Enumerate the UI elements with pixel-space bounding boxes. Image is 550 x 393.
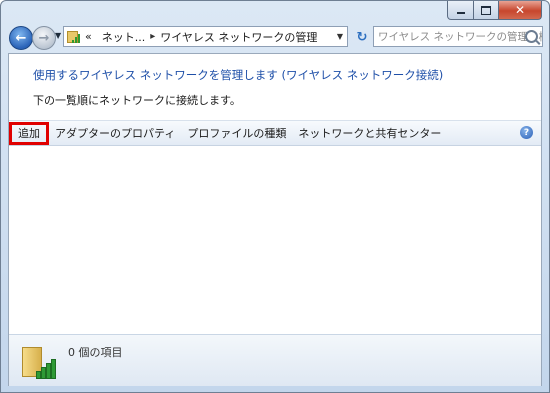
recent-pages-dropdown[interactable]: ▼ xyxy=(55,31,61,40)
back-arrow-icon: ← xyxy=(15,30,27,46)
page-description: 下の一覧順にネットワークに接続します。 xyxy=(33,94,241,107)
maximize-icon xyxy=(481,5,491,15)
item-count: 0 個の項目 xyxy=(68,346,123,359)
caption-buttons: ✕ xyxy=(447,1,542,20)
adapter-properties-button[interactable]: アダプターのプロパティ xyxy=(49,122,181,144)
search-input[interactable]: ワイヤレス ネットワークの管理の検索 xyxy=(373,26,543,47)
breadcrumb-item-manage-wireless[interactable]: ワイヤレス ネットワークの管理 xyxy=(160,29,317,45)
status-pane: 0 個の項目 xyxy=(9,334,541,386)
refresh-icon: ↻ xyxy=(356,29,368,45)
profile-types-button[interactable]: プロファイルの種類 xyxy=(181,122,292,144)
forward-arrow-icon: → xyxy=(38,30,50,46)
breadcrumb-item-network[interactable]: ネット... xyxy=(102,29,146,45)
refresh-button[interactable]: ↻ xyxy=(353,29,371,45)
navigation-bar: ← → ▼ « ネット... ▸ ワイヤレス ネットワークの管理 ▼ ↻ ワイヤ… xyxy=(1,23,549,51)
minimize-button[interactable] xyxy=(447,1,474,20)
search-placeholder: ワイヤレス ネットワークの管理の検索 xyxy=(378,31,543,43)
address-dropdown-icon[interactable]: ▼ xyxy=(337,32,343,41)
close-button[interactable]: ✕ xyxy=(499,1,542,20)
maximize-button[interactable] xyxy=(474,1,499,20)
wireless-network-icon xyxy=(22,343,58,379)
add-button[interactable]: 追加 xyxy=(9,121,49,145)
close-icon: ✕ xyxy=(514,3,526,17)
content-pane: 使用するワイヤレス ネットワークを管理します (ワイヤレス ネットワーク接続) … xyxy=(8,53,542,386)
breadcrumb-separator-icon[interactable]: ▸ xyxy=(150,31,155,42)
minimize-icon xyxy=(456,12,465,14)
network-sharing-center-button[interactable]: ネットワークと共有センター xyxy=(292,122,447,144)
window: ✕ ← → ▼ « ネット... ▸ ワイヤレス ネットワークの管理 ▼ ↻ ワ… xyxy=(0,0,550,393)
search-icon xyxy=(525,30,538,43)
breadcrumb-overflow[interactable]: « xyxy=(85,30,92,43)
page-title: 使用するワイヤレス ネットワークを管理します (ワイヤレス ネットワーク接続) xyxy=(33,68,444,82)
command-bar: 追加 アダプターのプロパティ プロファイルの種類 ネットワークと共有センター ? xyxy=(9,120,541,146)
wireless-network-icon xyxy=(67,30,81,43)
address-bar[interactable]: « ネット... ▸ ワイヤレス ネットワークの管理 ▼ xyxy=(63,26,348,47)
help-icon[interactable]: ? xyxy=(520,126,533,139)
back-button[interactable]: ← xyxy=(9,26,33,50)
forward-button[interactable]: → xyxy=(32,26,56,50)
